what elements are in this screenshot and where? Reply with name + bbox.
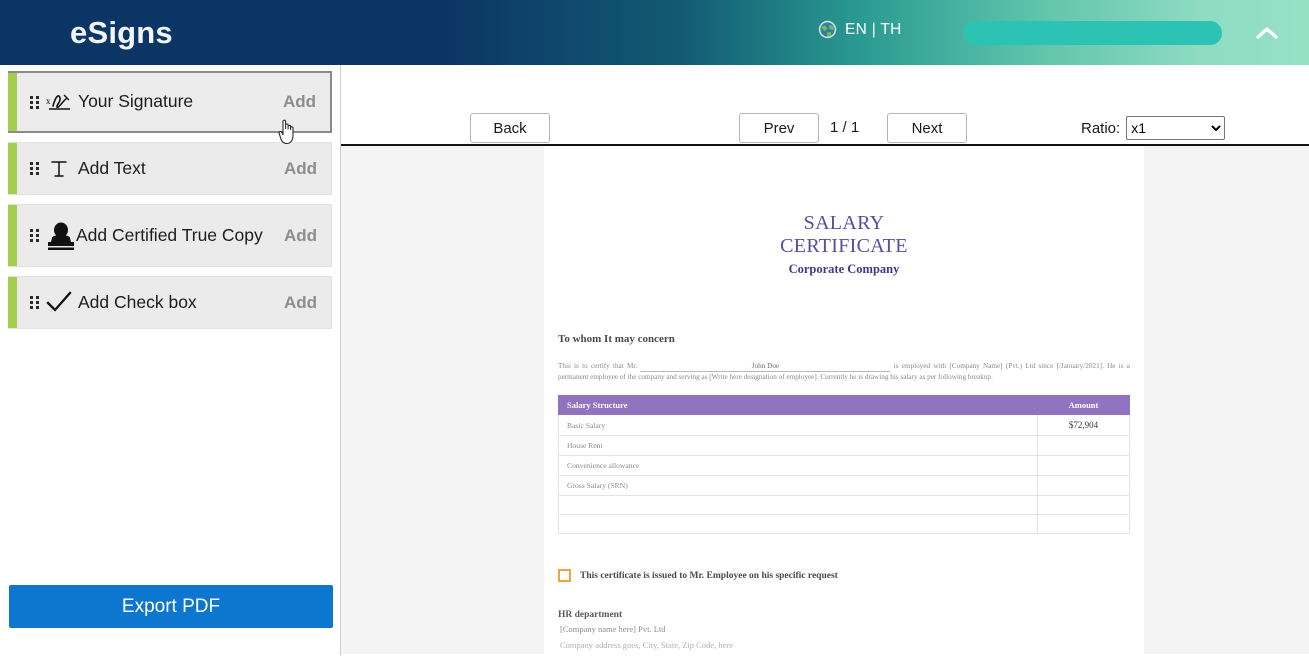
row-item: Gross Salary (SRN) [558,475,1038,496]
row-item [558,495,1038,515]
globe-icon [818,20,837,39]
accent-bar [8,205,17,266]
document-title-line1: SALARY [803,212,885,234]
sidebar-item-label: Add Check box [78,291,197,312]
tools-sidebar: x Your Signature Add Add Text Add Add Ce… [0,65,341,656]
table-row [558,514,1130,534]
document-paragraph: This is to certify that Mr. John Doe is … [558,361,1130,382]
tool-list: x Your Signature Add Add Text Add Add Ce… [0,65,340,329]
employee-name-field: John Doe [640,361,891,372]
row-amount [1037,514,1130,534]
document-body: To whom It may concern This is to certif… [544,333,1144,650]
column-header-amount: Amount [1037,395,1130,415]
sidebar-item-label: Add Text [78,157,146,178]
stamp-icon [44,222,78,250]
hr-department-title: HR department [558,610,623,620]
row-amount [1037,435,1130,456]
document-page: SALARY CERTIFICATE Corporate Company To … [544,146,1144,654]
row-item: Convenience allowance [558,455,1038,476]
viewer-toolbar: Back Prev 1 / 1 Next Ratio: x1 [341,65,1309,146]
document-salutation: To whom It may concern [558,333,675,345]
svg-text:x: x [46,96,51,106]
document-title: SALARY CERTIFICATE [544,212,1144,258]
salary-table: Salary Structure Amount Basic Salary $72… [558,395,1130,534]
sidebar-item-certified-true-copy[interactable]: Add Certified True Copy Add [8,204,332,267]
sidebar-item-label: Your Signature [78,91,194,112]
table-row: Basic Salary $72,904 [558,414,1130,436]
ratio-control: Ratio: x1 [1081,116,1226,140]
add-certified-copy-button[interactable]: Add [274,226,317,246]
document-viewer[interactable]: SALARY CERTIFICATE Corporate Company To … [341,146,1309,654]
hr-signature-block: HR department [Company name here] Pvt. L… [558,610,1130,650]
row-item: Basic Salary [558,414,1038,436]
row-amount [1037,455,1130,476]
app-title: eSigns [70,14,173,50]
issue-statement-row: This certificate is issued to Mr. Employ… [558,569,1130,582]
language-switcher[interactable]: EN | TH [818,20,902,39]
export-pdf-button[interactable]: Export PDF [9,585,333,628]
sidebar-item-your-signature[interactable]: x Your Signature Add [8,71,332,133]
document-main: Back Prev 1 / 1 Next Ratio: x1 SALARY CE… [341,65,1309,656]
drag-handle-icon[interactable] [30,296,40,309]
row-amount: $72,904 [1037,414,1130,436]
ratio-select[interactable]: x1 [1126,116,1226,140]
issue-checkbox[interactable] [558,569,571,582]
add-checkbox-button[interactable]: Add [274,293,317,313]
signature-icon: x [44,88,74,116]
sidebar-item-label: Add Certified True Copy [76,224,263,245]
row-amount [1037,495,1130,515]
prev-page-button[interactable]: Prev [739,113,819,143]
add-signature-button[interactable]: Add [273,92,316,112]
salary-table-body: Basic Salary $72,904 House Rent Convenie… [558,414,1130,534]
ratio-label: Ratio: [1081,119,1121,137]
next-page-button[interactable]: Next [887,113,967,143]
accent-bar [8,277,17,328]
brand-block: eSigns [0,0,342,65]
checkmark-icon [44,289,74,317]
row-item: House Rent [558,435,1038,456]
drag-handle-icon[interactable] [30,162,40,175]
header-accent-pill [963,21,1222,45]
drag-handle-icon[interactable] [30,229,40,242]
language-label: EN | TH [845,20,902,38]
table-row: House Rent [558,435,1130,456]
table-row: Gross Salary (SRN) [558,475,1130,496]
row-amount [1037,475,1130,496]
add-text-button[interactable]: Add [274,159,317,179]
drag-handle-icon[interactable] [30,95,40,109]
esigns-app: eSigns EN | TH x Your Signature Add Add … [0,0,1309,656]
table-header-row: Salary Structure Amount [558,395,1130,415]
chevron-up-icon[interactable] [1253,22,1281,44]
document-subtitle: Corporate Company [788,262,900,276]
back-button[interactable]: Back [470,113,550,143]
salary-table-head: Salary Structure Amount [558,395,1130,415]
sidebar-item-add-checkbox[interactable]: Add Check box Add [8,276,332,329]
sidebar-item-add-text[interactable]: Add Text Add [8,142,332,195]
document-title-line2: CERTIFICATE [780,235,908,257]
column-header-structure: Salary Structure [558,395,1038,415]
accent-bar [8,73,17,131]
table-row [558,495,1130,515]
app-header: eSigns EN | TH [0,0,1309,65]
issue-statement-text: This certificate is issued to Mr. Employ… [580,570,838,581]
row-item [558,514,1038,534]
text-cursor-icon [44,155,74,183]
table-row: Convenience allowance [558,455,1130,476]
accent-bar [8,143,17,194]
hr-company-name: [Company name here] Pvt. Ltd [560,624,666,634]
hr-company-address: Company address goes, City, State, Zip C… [560,640,733,650]
page-indicator: 1 / 1 [830,119,860,136]
paragraph-prefix: This is to certify that Mr. [558,362,638,370]
